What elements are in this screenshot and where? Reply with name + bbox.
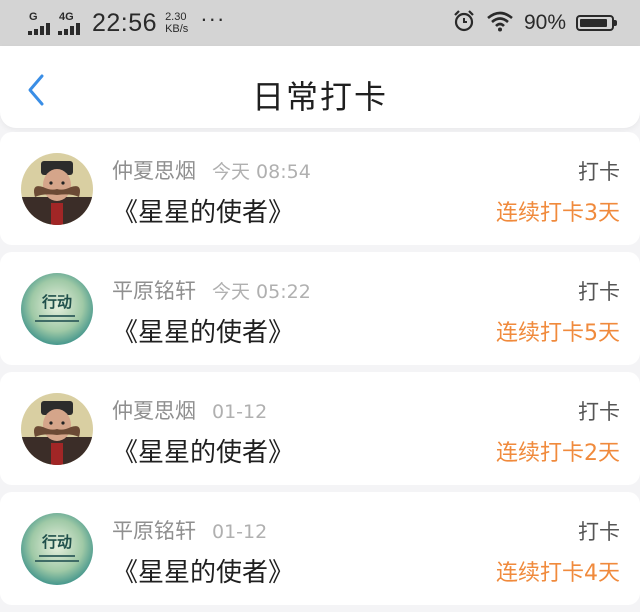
nav-bar: 日常打卡 [0,46,640,128]
checkin-item: 仲夏思烟 今天 08:54 《星星的使者》 打卡 连续打卡3天 [0,132,640,245]
checkin-button[interactable]: 打卡 [578,276,620,306]
wifi-icon [486,10,514,37]
status-time: 22:56 [92,8,158,37]
checkin-button[interactable]: 打卡 [578,156,620,186]
checkin-button[interactable]: 打卡 [578,396,620,426]
speed-value: 2.30 [165,11,187,23]
battery-icon [576,15,617,31]
book-title[interactable]: 《星星的使者》 [112,192,294,229]
streak-label: 连续打卡4天 [496,561,620,586]
user-name[interactable]: 平原铭轩 [112,275,196,305]
user-name[interactable]: 仲夏思烟 [112,155,196,185]
book-title[interactable]: 《星星的使者》 [112,552,294,589]
avatar-text: 行动 [41,293,72,311]
avatar[interactable]: 行动 [21,513,93,585]
avatar[interactable] [21,153,93,225]
signal-sim1-icon: G [28,10,50,35]
speed-unit: KB/s [165,23,189,35]
sim1-label: G [29,10,38,23]
book-title[interactable]: 《星星的使者》 [112,432,294,469]
status-bar: G 4G 22:56 2.30 KB/s ··· 90% [0,0,640,46]
user-name[interactable]: 仲夏思烟 [112,395,196,425]
checkin-feed: 仲夏思烟 今天 08:54 《星星的使者》 打卡 连续打卡3天 行动 平原铭轩 … [0,132,640,612]
checkin-time: 01-12 [212,521,268,543]
more-notifications-icon: ··· [200,6,226,31]
checkin-time: 今天 05:22 [212,281,311,303]
avatar[interactable] [21,393,93,465]
alarm-icon [452,9,476,38]
avatar[interactable]: 行动 [21,273,93,345]
network-speed: 2.30 KB/s [165,11,188,35]
page-title: 日常打卡 [251,78,388,116]
book-title[interactable]: 《星星的使者》 [112,312,294,349]
battery-percent: 90% [523,11,566,34]
sim2-label: 4G [59,10,74,23]
checkin-time: 今天 08:54 [212,161,311,183]
signal-sim2-icon: 4G [58,10,80,35]
checkin-item: 行动 平原铭轩 01-12 《星星的使者》 打卡 连续打卡4天 [0,492,640,605]
streak-label: 连续打卡3天 [496,201,620,226]
avatar-text: 行动 [41,533,72,551]
checkin-item: 仲夏思烟 01-12 《星星的使者》 打卡 连续打卡2天 [0,372,640,485]
streak-label: 连续打卡2天 [496,441,620,466]
streak-label: 连续打卡5天 [496,321,620,346]
checkin-button[interactable]: 打卡 [578,516,620,546]
checkin-item: 行动 平原铭轩 今天 05:22 《星星的使者》 打卡 连续打卡5天 [0,252,640,365]
checkin-time: 01-12 [212,401,268,423]
user-name[interactable]: 平原铭轩 [112,515,196,545]
